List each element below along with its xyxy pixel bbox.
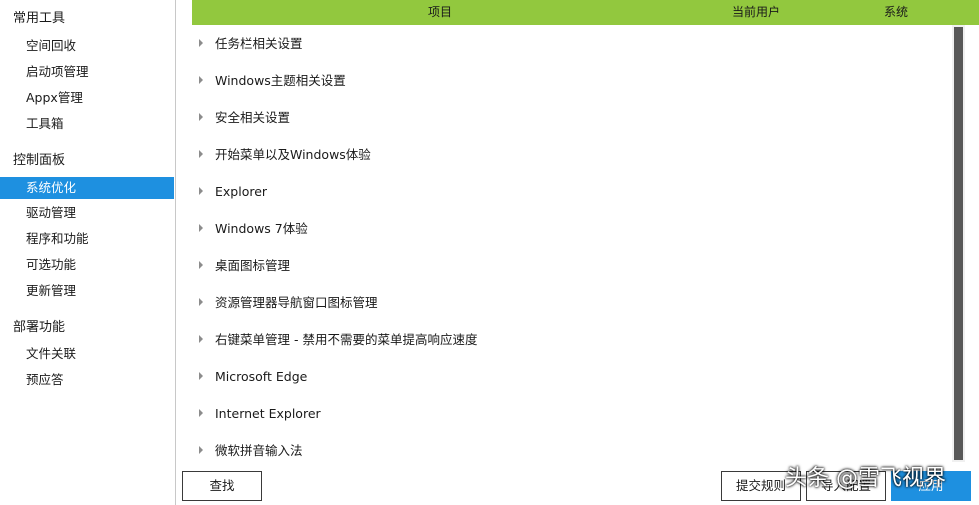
expand-arrow-icon[interactable]: [199, 335, 203, 343]
sidebar-item-file-association[interactable]: 文件关联: [0, 343, 174, 365]
sidebar-item-startup-manager[interactable]: 启动项管理: [0, 61, 174, 83]
list-item-label: 微软拼音输入法: [215, 443, 303, 458]
list-item-label: 资源管理器导航窗口图标管理: [215, 295, 378, 310]
sidebar-item-system-optimize[interactable]: 系统优化: [0, 177, 174, 199]
expand-arrow-icon[interactable]: [199, 39, 203, 47]
list-item-label: 任务栏相关设置: [215, 36, 303, 51]
sidebar-item-optional-features[interactable]: 可选功能: [0, 254, 174, 276]
expand-arrow-icon[interactable]: [199, 409, 203, 417]
list-item[interactable]: 开始菜单以及Windows体验: [192, 136, 962, 173]
expand-arrow-icon[interactable]: [199, 446, 203, 454]
list-item[interactable]: 右键菜单管理 - 禁用不需要的菜单提高响应速度: [192, 321, 962, 358]
sidebar-item-appx-manager[interactable]: Appx管理: [0, 87, 174, 109]
list-item-label: Microsoft Edge: [215, 369, 308, 384]
list-item-label: 安全相关设置: [215, 110, 291, 125]
expand-arrow-icon[interactable]: [199, 187, 203, 195]
expand-arrow-icon[interactable]: [199, 372, 203, 380]
sidebar-group-control-panel: 控制面板: [13, 153, 66, 168]
header-current-user: 当前用户: [732, 5, 781, 19]
sidebar-item-driver-manager[interactable]: 驱动管理: [0, 202, 174, 224]
settings-list: 任务栏相关设置 Windows主题相关设置 安全相关设置 开始菜单以及Windo…: [192, 25, 962, 462]
sidebar-group-deploy: 部署功能: [13, 320, 66, 335]
expand-arrow-icon[interactable]: [199, 76, 203, 84]
list-item-label: 桌面图标管理: [215, 258, 291, 273]
list-item[interactable]: Explorer: [192, 173, 962, 210]
list-item-label: Explorer: [215, 184, 268, 199]
scrollbar-thumb[interactable]: [954, 27, 963, 460]
expand-arrow-icon[interactable]: [199, 298, 203, 306]
list-item[interactable]: Windows主题相关设置: [192, 62, 962, 99]
import-config-button[interactable]: 导入配置: [806, 471, 886, 501]
submit-rules-button[interactable]: 提交规则: [721, 471, 801, 501]
list-item[interactable]: 资源管理器导航窗口图标管理: [192, 284, 962, 321]
list-item[interactable]: 安全相关设置: [192, 99, 962, 136]
list-item-label: Windows 7体验: [215, 221, 308, 236]
list-item[interactable]: 微软拼音输入法: [192, 432, 962, 462]
sidebar: 常用工具 空间回收 启动项管理 Appx管理 工具箱 控制面板 系统优化 驱动管…: [0, 0, 176, 505]
main-panel: 项目 当前用户 系统 任务栏相关设置 Windows主题相关设置 安全相关设置 …: [176, 0, 979, 505]
list-item-label: Internet Explorer: [215, 406, 321, 421]
list-item[interactable]: Internet Explorer: [192, 395, 962, 432]
list-item[interactable]: 桌面图标管理: [192, 247, 962, 284]
sidebar-item-programs-features[interactable]: 程序和功能: [0, 228, 174, 250]
apply-button[interactable]: 应用: [891, 471, 971, 501]
list-item-label: 开始菜单以及Windows体验: [215, 147, 371, 162]
list-item-label: 右键菜单管理 - 禁用不需要的菜单提高响应速度: [215, 332, 478, 347]
expand-arrow-icon[interactable]: [199, 261, 203, 269]
expand-arrow-icon[interactable]: [199, 113, 203, 121]
header-item: 项目: [428, 5, 453, 19]
list-item[interactable]: Microsoft Edge: [192, 358, 962, 395]
list-item[interactable]: Windows 7体验: [192, 210, 962, 247]
search-button[interactable]: 查找: [182, 471, 262, 501]
vertical-scrollbar[interactable]: [952, 25, 965, 462]
expand-arrow-icon[interactable]: [199, 224, 203, 232]
sidebar-group-common-tools: 常用工具: [13, 11, 66, 26]
sidebar-item-toolbox[interactable]: 工具箱: [0, 113, 174, 135]
expand-arrow-icon[interactable]: [199, 150, 203, 158]
sidebar-item-space-reclaim[interactable]: 空间回收: [0, 35, 174, 57]
sidebar-item-pre-answer[interactable]: 预应答: [0, 369, 174, 391]
header-system: 系统: [884, 5, 909, 19]
sidebar-item-update-manager[interactable]: 更新管理: [0, 280, 174, 302]
list-item[interactable]: 任务栏相关设置: [192, 25, 962, 62]
table-header: 项目 当前用户 系统: [192, 0, 979, 25]
list-item-label: Windows主题相关设置: [215, 73, 346, 88]
